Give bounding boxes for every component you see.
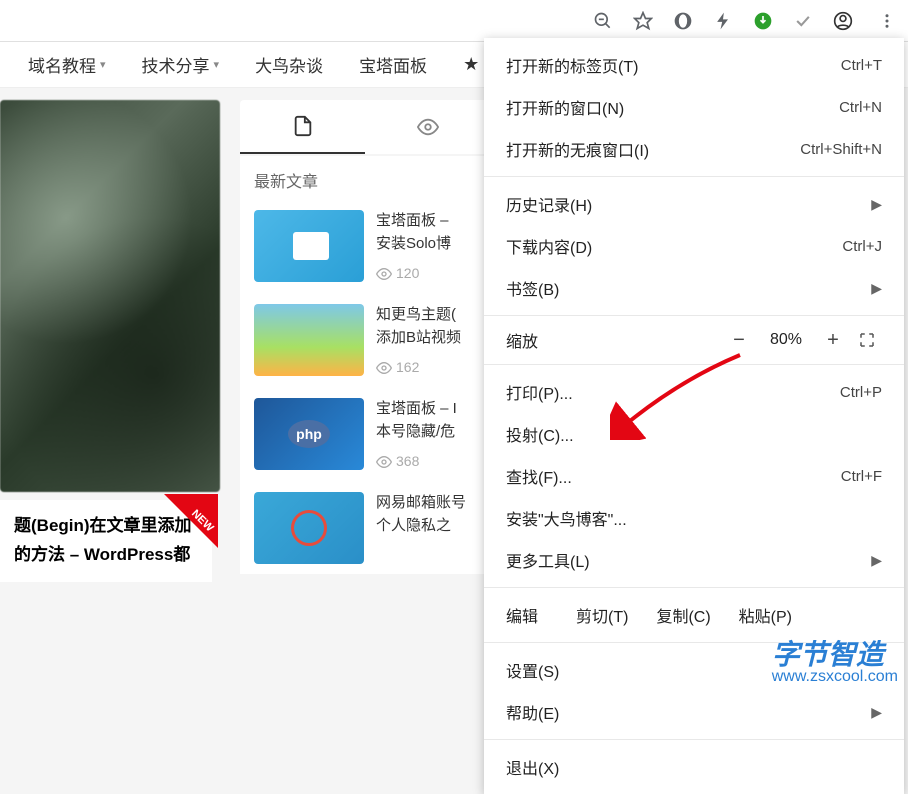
chevron-right-icon: ▶	[871, 552, 882, 569]
article-thumb	[254, 492, 364, 564]
tab-views[interactable]	[365, 100, 490, 154]
list-item[interactable]: 知更鸟主题(添加B站视频 162	[240, 294, 490, 388]
profile-icon[interactable]	[832, 10, 854, 32]
menu-downloads[interactable]: 下载内容(D)Ctrl+J	[484, 225, 904, 267]
nav-item-tech[interactable]: 技术分享▾	[142, 52, 220, 77]
chevron-right-icon: ▶	[871, 196, 882, 213]
fullscreen-icon[interactable]	[852, 331, 882, 349]
menu-separator	[484, 739, 904, 740]
zoom-out-button[interactable]: −	[720, 329, 758, 352]
hero-column: NEW 题(Begin)在文章里添加 的方法 – WordPress都	[0, 100, 220, 691]
nav-item-baota[interactable]: 宝塔面板	[359, 52, 427, 77]
list-item[interactable]: 网易邮箱账号个人隐私之	[240, 482, 490, 574]
hero-caption[interactable]: NEW 题(Begin)在文章里添加 的方法 – WordPress都	[0, 500, 212, 582]
article-views: 120	[376, 263, 476, 284]
menu-find[interactable]: 查找(F)...Ctrl+F	[484, 455, 904, 497]
menu-separator	[484, 587, 904, 588]
zoom-label: 缩放	[506, 328, 720, 352]
menu-edit-row: 编辑 剪切(T) 复制(C) 粘贴(P)	[484, 594, 904, 636]
article-body: 知更鸟主题(添加B站视频 162	[376, 304, 476, 378]
menu-separator	[484, 364, 904, 365]
sidebar-tabs	[240, 100, 490, 154]
menu-zoom: 缩放 − 80% +	[484, 322, 904, 358]
nav-item-talk[interactable]: 大鸟杂谈	[255, 52, 323, 77]
tab-articles[interactable]	[240, 100, 365, 154]
menu-copy[interactable]: 复制(C)	[656, 603, 710, 627]
article-body: 宝塔面板 – I本号隐藏/危 368	[376, 398, 476, 472]
opera-icon[interactable]	[672, 10, 694, 32]
article-views: 368	[376, 451, 476, 472]
browser-toolbar	[0, 0, 908, 42]
watermark: 字节智造 www.zsxcool.com	[772, 641, 898, 685]
article-thumb	[254, 398, 364, 470]
edit-label: 编辑	[506, 603, 538, 627]
chevron-right-icon: ▶	[871, 280, 882, 297]
menu-install-app[interactable]: 安装"大鸟博客"...	[484, 497, 904, 539]
zoom-in-button[interactable]: +	[814, 329, 852, 352]
chevron-right-icon: ▶	[871, 704, 882, 721]
menu-help[interactable]: 帮助(E)▶	[484, 691, 904, 733]
menu-cast[interactable]: 投射(C)...	[484, 413, 904, 455]
article-views: 162	[376, 357, 476, 378]
zoom-out-icon[interactable]	[592, 10, 614, 32]
menu-more-tools[interactable]: 更多工具(L)▶	[484, 539, 904, 581]
menu-history[interactable]: 历史记录(H)▶	[484, 183, 904, 225]
menu-separator	[484, 176, 904, 177]
hero-image[interactable]	[0, 100, 220, 492]
article-thumb	[254, 304, 364, 376]
check-icon[interactable]	[792, 10, 814, 32]
menu-new-tab[interactable]: 打开新的标签页(T)Ctrl+T	[484, 44, 904, 86]
menu-separator	[484, 315, 904, 316]
chevron-down-icon: ▾	[214, 58, 220, 71]
article-thumb	[254, 210, 364, 282]
menu-cut[interactable]: 剪切(T)	[576, 603, 628, 627]
download-manager-icon[interactable]	[752, 10, 774, 32]
menu-new-window[interactable]: 打开新的窗口(N)Ctrl+N	[484, 86, 904, 128]
menu-incognito[interactable]: 打开新的无痕窗口(I)Ctrl+Shift+N	[484, 128, 904, 170]
article-body: 网易邮箱账号个人隐私之	[376, 492, 476, 564]
chrome-menu-button[interactable]	[872, 6, 902, 36]
new-badge-icon: NEW	[164, 494, 218, 548]
star-icon[interactable]	[632, 10, 654, 32]
menu-paste[interactable]: 粘贴(P)	[739, 603, 792, 627]
menu-exit[interactable]: 退出(X)	[484, 746, 904, 788]
lightning-icon[interactable]	[712, 10, 734, 32]
article-list: 宝塔面板 –安装Solo博 120 知更鸟主题(添加B站视频 162 宝塔面板 …	[240, 200, 490, 574]
list-item[interactable]: 宝塔面板 – I本号隐藏/危 368	[240, 388, 490, 482]
list-item[interactable]: 宝塔面板 –安装Solo博 120	[240, 200, 490, 294]
star-black-icon[interactable]: ★	[463, 54, 479, 75]
zoom-value: 80%	[758, 331, 814, 349]
article-body: 宝塔面板 –安装Solo博 120	[376, 210, 476, 284]
menu-bookmarks[interactable]: 书签(B)▶	[484, 267, 904, 309]
nav-item-domain[interactable]: 域名教程▾	[28, 52, 106, 77]
section-title: 最新文章	[240, 156, 490, 200]
menu-print[interactable]: 打印(P)...Ctrl+P	[484, 371, 904, 413]
sidebar: 最新文章 宝塔面板 –安装Solo博 120 知更鸟主题(添加B站视频 162	[240, 100, 490, 691]
chevron-down-icon: ▾	[100, 58, 106, 71]
